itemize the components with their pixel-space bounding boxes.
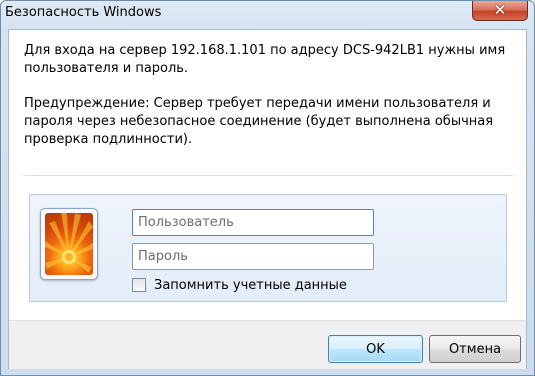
title-bar[interactable]: Безопасность Windows ✕ [1, 1, 534, 29]
ok-button[interactable]: OK [328, 335, 423, 363]
cancel-button[interactable]: Отмена [429, 335, 521, 363]
remember-credentials[interactable]: Запомнить учетные данные [132, 276, 347, 294]
message-area: Для входа на сервер 192.168.1.101 по адр… [24, 42, 519, 149]
button-bar: OK Отмена [9, 320, 526, 369]
login-required-text: Для входа на сервер 192.168.1.101 по адр… [24, 43, 506, 76]
divider [23, 175, 513, 176]
credential-tile: Запомнить учетные данные [29, 194, 507, 302]
username-input[interactable] [132, 209, 374, 236]
security-dialog: Безопасность Windows ✕ Для входа на серв… [0, 0, 535, 376]
user-picture-flower-icon [45, 213, 93, 275]
user-picture [40, 208, 98, 280]
remember-label: Запомнить учетные данные [154, 277, 347, 293]
dialog-content: Для входа на сервер 192.168.1.101 по адр… [8, 29, 527, 369]
password-input[interactable] [132, 243, 374, 270]
close-icon: ✕ [493, 1, 507, 19]
close-button[interactable]: ✕ [472, 1, 528, 21]
warning-text: Предупреждение: Сервер требует передачи … [24, 96, 494, 147]
remember-checkbox[interactable] [132, 278, 146, 292]
window-title: Безопасность Windows [5, 5, 162, 20]
